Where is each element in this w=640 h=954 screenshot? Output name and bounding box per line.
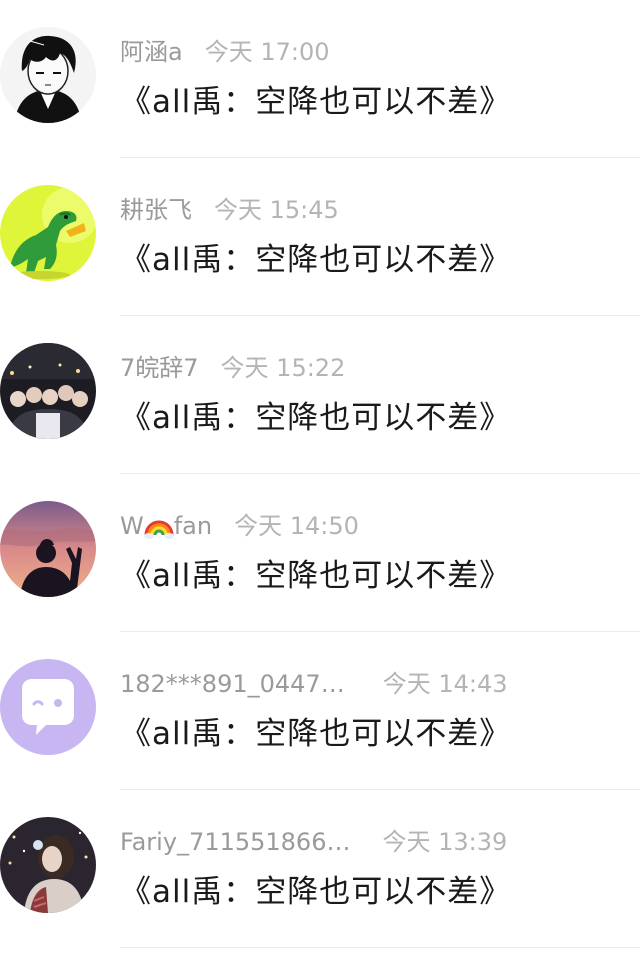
- username[interactable]: 7皖辞7: [120, 351, 199, 385]
- message-text: 《all禹：空降也可以不差》: [120, 558, 512, 594]
- timestamp: 今天 15:45: [214, 196, 339, 224]
- rainbow-icon: [143, 509, 174, 543]
- comment-meta: 阿涵a 今天 17:00: [120, 35, 330, 69]
- sunset-silhouette-avatar[interactable]: [0, 501, 96, 597]
- list-item[interactable]: Fariy_711551866… 今天 13:39 《all禹：空降也可以不差》: [0, 790, 640, 948]
- girl-photo-avatar[interactable]: [0, 817, 96, 913]
- username-suffix: fan: [173, 512, 213, 540]
- username[interactable]: 耕张飞: [120, 193, 192, 227]
- comment-meta: 耕张飞 今天 15:45: [120, 193, 339, 227]
- list-item[interactable]: W fan 今天 14:50 《all禹：空降也可以不差》: [0, 474, 640, 632]
- list-item[interactable]: 阿涵a 今天 17:00 《all禹：空降也可以不差》: [0, 0, 640, 158]
- timestamp: 今天 14:50: [234, 512, 359, 540]
- message-text: 《all禹：空降也可以不差》: [120, 716, 512, 752]
- timestamp: 今天 14:43: [382, 670, 508, 698]
- comment-list: 阿涵a 今天 17:00 《all禹：空降也可以不差》 耕张飞 今天 15:45 《…: [0, 0, 640, 954]
- timestamp: 今天 15:22: [220, 354, 346, 382]
- username[interactable]: Fariy_711551866…: [120, 825, 350, 859]
- message-text: 《all禹：空降也可以不差》: [120, 400, 512, 436]
- message-text: 《all禹：空降也可以不差》: [120, 874, 512, 910]
- username[interactable]: 182***891_0447…: [120, 667, 345, 701]
- message-text: 《all禹：空降也可以不差》: [120, 242, 512, 278]
- timestamp: 今天 17:00: [204, 38, 330, 66]
- username[interactable]: 阿涵a: [120, 35, 183, 69]
- list-item[interactable]: 耕张飞 今天 15:45 《all禹：空降也可以不差》: [0, 158, 640, 316]
- divider: [120, 947, 640, 948]
- chat-bubble-avatar[interactable]: [0, 659, 96, 755]
- green-dinosaur-avatar[interactable]: [0, 185, 96, 281]
- group-photo-avatar[interactable]: [0, 343, 96, 439]
- list-item[interactable]: 182***891_0447… 今天 14:43 《all禹：空降也可以不差》: [0, 632, 640, 790]
- comment-meta: 7皖辞7 今天 15:22: [120, 351, 345, 385]
- comment-meta: 182***891_0447… 今天 14:43: [120, 667, 508, 701]
- anime-boy-avatar[interactable]: [0, 27, 96, 123]
- list-item[interactable]: 7皖辞7 今天 15:22 《all禹：空降也可以不差》: [0, 316, 640, 474]
- timestamp: 今天 13:39: [382, 828, 508, 856]
- username[interactable]: W fan: [120, 509, 212, 543]
- comment-meta: W fan 今天 14:50: [120, 509, 359, 543]
- message-text: 《all禹：空降也可以不差》: [120, 84, 512, 120]
- username-prefix: W: [120, 512, 144, 540]
- comment-meta: Fariy_711551866… 今天 13:39: [120, 825, 507, 859]
